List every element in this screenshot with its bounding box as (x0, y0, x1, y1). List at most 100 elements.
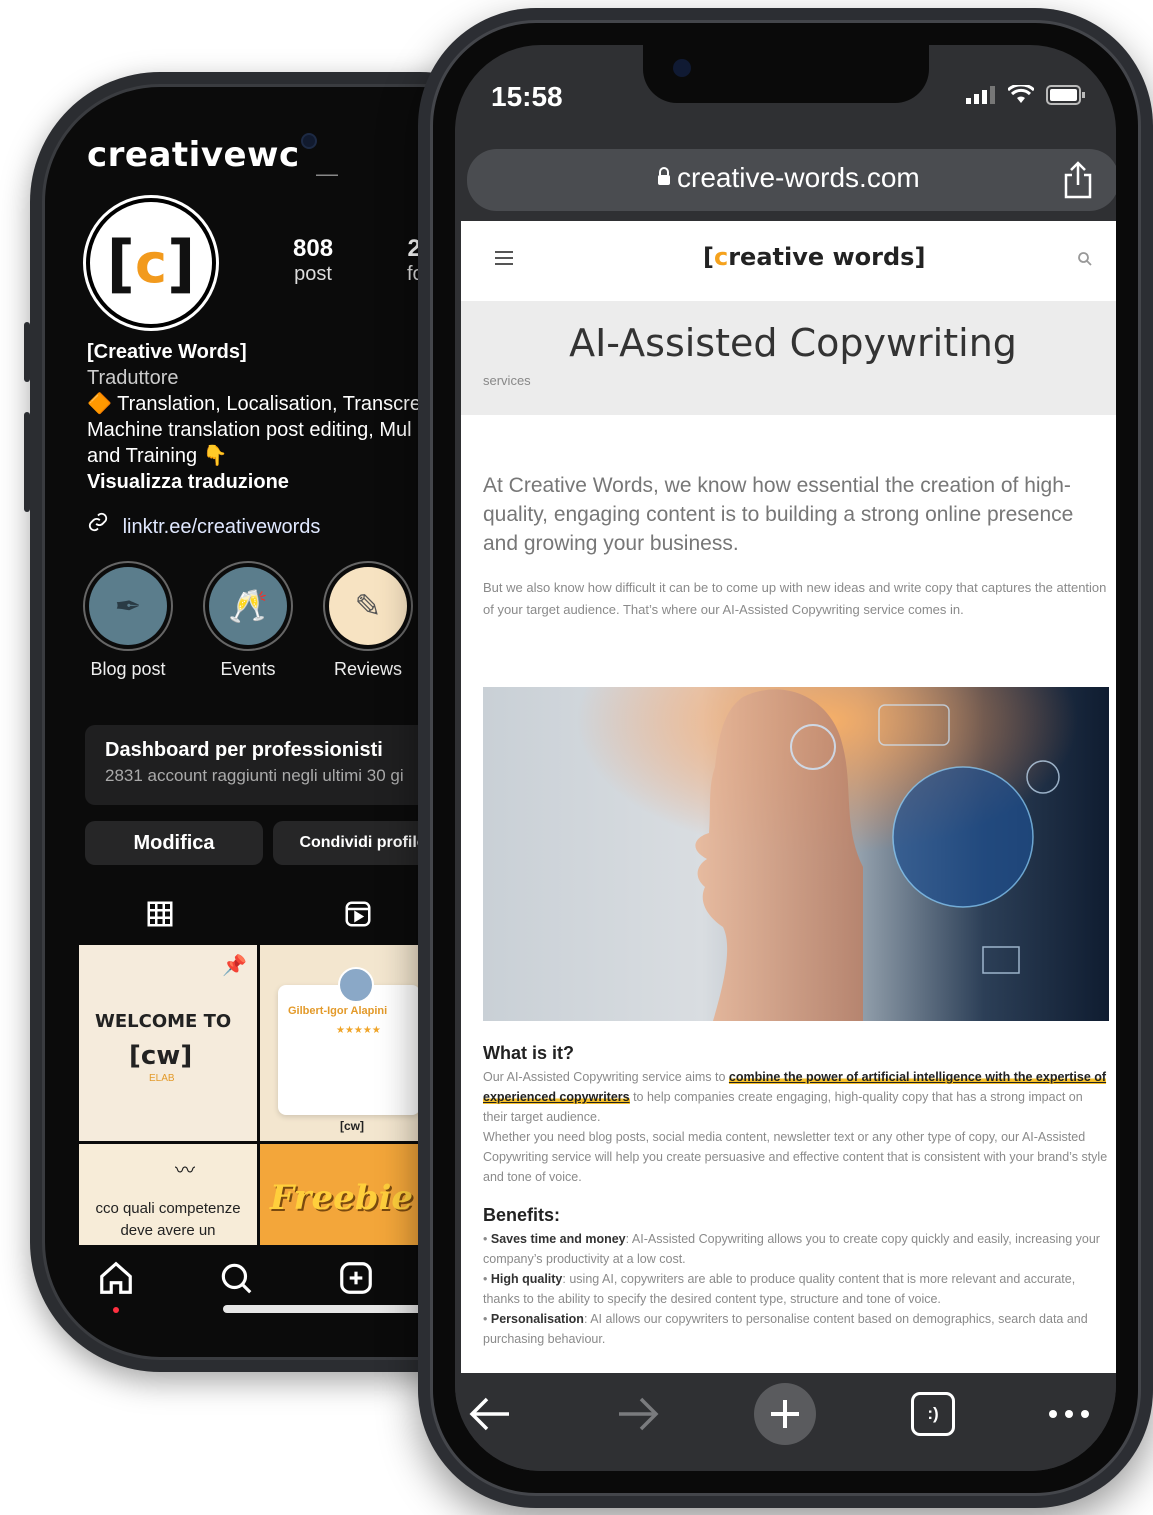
post-thumbnail[interactable]: Gilbert-Igor Alapini ★★★★★ [cw] (260, 945, 438, 1141)
browser-phone: 15:58 creative-words.com [creative words… (418, 8, 1153, 1508)
notch (643, 45, 929, 103)
more-icon[interactable] (1047, 1389, 1091, 1439)
post-caption: cco quali competenze deve avere un (95, 1200, 241, 1239)
profile-avatar[interactable]: [c] (83, 195, 219, 331)
ai-face-illustration (483, 687, 1109, 1021)
highlight-blog-post[interactable]: ✒ Blog post (83, 561, 173, 680)
forward-arrow-icon[interactable] (615, 1389, 661, 1439)
home-icon[interactable] (97, 1259, 135, 1297)
post-title: WELCOME TO (95, 1011, 232, 1032)
profile-display-name: [Creative Words] (87, 341, 247, 363)
tabs-button[interactable]: :) (911, 1392, 955, 1436)
browser-toolbar: :) (455, 1375, 1116, 1471)
new-tab-icon[interactable] (753, 1382, 817, 1446)
logo-text: reative words] (728, 243, 926, 271)
pin-icon: 📌 (222, 955, 247, 977)
site-logo[interactable]: [creative words] (703, 243, 925, 271)
benefit-title: Personalisation (490, 1312, 584, 1326)
link-icon (88, 512, 108, 532)
logo-c: c (713, 243, 729, 271)
ai-face-hero-image (483, 687, 1109, 1021)
reviewer-avatar (338, 967, 374, 1003)
highlight-reviews[interactable]: ✎ Reviews (323, 561, 413, 680)
notification-dot (113, 1307, 119, 1313)
menu-icon[interactable] (495, 251, 513, 265)
benefit-item: • High quality: using AI, copywriters ar… (483, 1272, 1076, 1306)
status-icons (966, 85, 1086, 105)
posts-grid: 📌 WELCOME TO [cw] ELAB Gilbert-Igor Alap… (79, 945, 439, 1245)
professional-dashboard[interactable]: Dashboard per professionisti 2831 accoun… (85, 725, 445, 805)
post-thumbnail[interactable]: 📌 WELCOME TO [cw] ELAB (79, 945, 257, 1141)
dashboard-title: Dashboard per professionisti (105, 739, 383, 761)
lock-icon (658, 167, 670, 185)
pen-nib-icon: ✒ (89, 567, 167, 645)
search-icon[interactable] (217, 1259, 255, 1297)
section-heading-what: What is it? (483, 1043, 574, 1063)
highlight-label: Events (220, 659, 276, 679)
post-thumbnail[interactable]: 〰 cco quali competenze deve avere un (79, 1144, 257, 1245)
intro-paragraph: But we also know how difficult it can be… (483, 580, 1107, 617)
bio-line: and Training 👇 (87, 445, 228, 467)
highlight-label: Blog post (90, 659, 166, 679)
status-time: 15:58 (491, 81, 563, 112)
post-logo-sub: ELAB (149, 1073, 175, 1084)
reviewer-name: Gilbert-Igor Alapini (288, 1005, 388, 1017)
profile-username: creativewс (87, 135, 300, 175)
benefits-list: • Saves time and money: AI-Assisted Copy… (483, 1229, 1109, 1349)
highlight-events[interactable]: 🥂 Events (203, 561, 293, 680)
squiggle-icon: 〰 (175, 1160, 195, 1182)
share-icon[interactable] (1061, 161, 1095, 199)
cheers-glasses-icon: 🥂 (209, 567, 287, 645)
post-thumbnail[interactable]: Freebie (260, 1144, 438, 1245)
browser-bezel: 15:58 creative-words.com [creative words… (430, 20, 1141, 1496)
page-hero: AI-Assisted Copywriting services (461, 301, 1116, 415)
dashboard-subtitle: 2831 account raggiunti negli ultimi 30 g… (105, 766, 404, 785)
breadcrumb[interactable]: services (483, 373, 531, 388)
page-title: AI-Assisted Copywriting (569, 321, 1017, 365)
header-dash: — (316, 161, 338, 186)
profile-link-text: linktr.ee/creativewords (122, 516, 321, 538)
phone-volume-button (24, 412, 30, 512)
stat-posts[interactable]: 808 post (293, 235, 333, 286)
what-section-body: Our AI-Assisted Copywriting service aims… (483, 1067, 1109, 1187)
back-arrow-icon[interactable] (467, 1389, 513, 1439)
story-highlights: ✒ Blog post 🥂 Events ✎ Reviews (83, 561, 413, 680)
lead-paragraph: At Creative Words, we know how essential… (483, 474, 1074, 555)
see-translation-link[interactable]: Visualizza traduzione (87, 469, 467, 495)
reels-icon[interactable] (343, 899, 373, 929)
what-text: Whether you need blog posts, social medi… (483, 1130, 1108, 1184)
address-bar[interactable]: creative-words.com (467, 149, 1116, 211)
post-title: Freebie (270, 1178, 414, 1218)
create-post-icon[interactable] (337, 1259, 375, 1297)
web-page: [creative words] AI-Assisted Copywriting… (461, 221, 1116, 1373)
browser-screen: 15:58 creative-words.com [creative words… (455, 45, 1116, 1471)
url-text: creative-words.com (677, 162, 920, 193)
benefit-title: Saves time and money (490, 1232, 626, 1246)
profile-action-buttons: Modifica Condividi profilo (85, 821, 453, 865)
signal-icon (966, 86, 995, 104)
site-header: [creative words] (461, 221, 1116, 301)
front-camera (673, 59, 691, 77)
bio-line: Machine translation post editing, Mul (87, 419, 412, 441)
stat-posts-value: 808 (293, 235, 334, 262)
profile-bio: [Creative Words] Traduttore 🔶 Translatio… (87, 339, 467, 495)
benefit-text: : using AI, copywriters are able to prod… (483, 1272, 1076, 1306)
creative-words-logo: [c] (90, 202, 212, 324)
benefit-title: High quality (490, 1272, 563, 1286)
edit-profile-button[interactable]: Modifica (85, 821, 263, 865)
profile-link[interactable]: linktr.ee/creativewords (87, 511, 320, 539)
bio-line: 🔶 Translation, Localisation, Transcre (87, 393, 421, 415)
benefit-item: • Saves time and money: AI-Assisted Copy… (483, 1232, 1100, 1266)
wifi-icon (1008, 85, 1034, 103)
front-camera (301, 133, 317, 149)
profile-category: Traduttore (87, 367, 179, 389)
logo-bracket: [ (703, 243, 714, 271)
post-logo: [cw] (340, 1119, 364, 1133)
grid-icon[interactable] (145, 899, 175, 929)
post-logo: [cw] (129, 1041, 193, 1071)
benefit-item: • Personalisation: AI allows our copywri… (483, 1312, 1088, 1346)
phone-side-button (24, 322, 30, 382)
search-icon[interactable] (1077, 251, 1093, 267)
review-stars: ★★★★★ (336, 1025, 381, 1036)
what-text: Our AI-Assisted Copywriting service aims… (483, 1070, 729, 1084)
